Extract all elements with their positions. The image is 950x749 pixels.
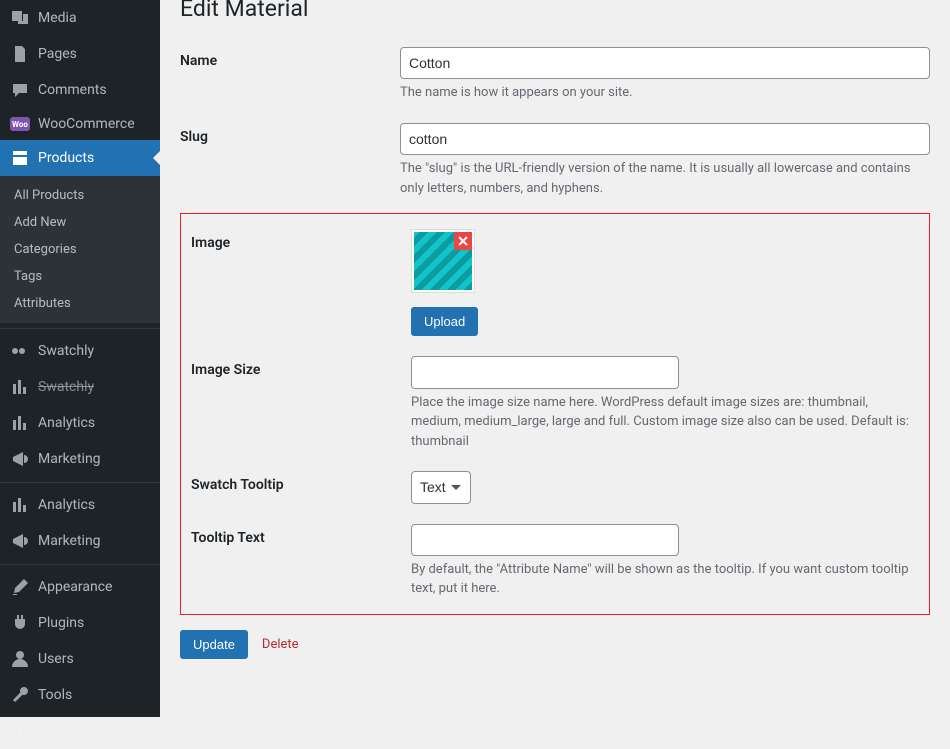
- sidebar-item-marketing-2[interactable]: Marketing: [0, 523, 160, 559]
- row-slug: Slug The "slug" is the URL-friendly vers…: [180, 108, 930, 203]
- submenu-attributes[interactable]: Attributes: [0, 290, 160, 317]
- sidebar-item-appearance[interactable]: Appearance: [0, 569, 160, 605]
- plug-icon: [10, 613, 30, 633]
- submenu-add-new[interactable]: Add New: [0, 209, 160, 236]
- main-content: Edit Material Name The name is how it ap…: [160, 0, 950, 717]
- submit-row: Update Delete: [180, 630, 930, 659]
- user-icon: [10, 649, 30, 669]
- swatch-tooltip-select[interactable]: Text: [411, 471, 471, 503]
- menu-label: Marketing: [38, 533, 101, 549]
- analytics-icon: [10, 413, 30, 433]
- sidebar-item-pages[interactable]: Pages: [0, 36, 160, 72]
- submenu-all-products[interactable]: All Products: [0, 182, 160, 209]
- media-icon: [10, 8, 30, 28]
- menu-label: Analytics: [38, 497, 95, 513]
- menu-label: Products: [38, 150, 94, 166]
- menu-label: Users: [38, 651, 74, 667]
- woocommerce-icon: Woo: [10, 117, 30, 131]
- row-name: Name The name is how it appears on your …: [180, 32, 930, 108]
- gear-icon: [10, 721, 30, 741]
- comments-icon: [10, 80, 30, 100]
- sidebar-item-marketing[interactable]: Marketing: [0, 441, 160, 477]
- swatch-tooltip-label: Swatch Tooltip: [191, 471, 411, 493]
- slug-input[interactable]: [400, 123, 930, 155]
- products-icon: [10, 148, 30, 168]
- sidebar-item-users[interactable]: Users: [0, 641, 160, 677]
- swatch-icon: [10, 341, 30, 361]
- image-size-label: Image Size: [191, 356, 411, 378]
- wrench-icon: [10, 685, 30, 705]
- slug-label: Slug: [180, 123, 400, 145]
- menu-label: Swatchly: [38, 379, 94, 395]
- sidebar-item-woocommerce[interactable]: Woo WooCommerce: [0, 108, 160, 140]
- close-icon: [458, 236, 468, 246]
- tooltip-text-input[interactable]: [411, 524, 679, 556]
- menu-label: Marketing: [38, 451, 101, 467]
- megaphone-icon: [10, 531, 30, 551]
- row-image: Image Upload: [191, 214, 919, 341]
- row-image-size: Image Size Place the image size name her…: [191, 341, 919, 456]
- sidebar-item-settings[interactable]: Settings: [0, 713, 160, 749]
- image-thumbnail[interactable]: [411, 229, 475, 293]
- pages-icon: [10, 44, 30, 64]
- sidebar-item-swatchly[interactable]: Swatchly: [0, 333, 160, 369]
- slug-desc: The "slug" is the URL-friendly version o…: [400, 159, 930, 198]
- menu-label: Analytics: [38, 415, 95, 431]
- name-input[interactable]: [400, 47, 930, 79]
- submenu-tags[interactable]: Tags: [0, 263, 160, 290]
- delete-link[interactable]: Delete: [262, 637, 299, 652]
- tooltip-text-label: Tooltip Text: [191, 524, 411, 546]
- sidebar-item-media[interactable]: Media: [0, 0, 160, 36]
- image-size-input[interactable]: [411, 356, 679, 388]
- page-title: Edit Material: [180, 0, 930, 32]
- menu-label: WooCommerce: [38, 116, 135, 132]
- row-tooltip-text: Tooltip Text By default, the "Attribute …: [191, 509, 919, 604]
- remove-image-button[interactable]: [454, 232, 472, 250]
- sidebar-item-analytics[interactable]: Analytics: [0, 405, 160, 441]
- analytics-icon: [10, 495, 30, 515]
- chart-icon: [10, 377, 30, 397]
- menu-label: Swatchly: [38, 343, 94, 359]
- menu-label: Comments: [38, 82, 107, 98]
- sidebar-item-analytics-2[interactable]: Analytics: [0, 487, 160, 523]
- menu-label: Media: [38, 10, 77, 26]
- highlight-section: Image Upload Image Size: [180, 213, 930, 615]
- sidebar-item-products[interactable]: Products: [0, 140, 160, 176]
- menu-label: Settings: [38, 723, 89, 739]
- sidebar-item-comments[interactable]: Comments: [0, 72, 160, 108]
- menu-label: Tools: [38, 687, 72, 703]
- menu-label: Pages: [38, 46, 77, 62]
- image-size-desc: Place the image size name here. WordPres…: [411, 393, 919, 452]
- row-swatch-tooltip: Swatch Tooltip Text: [191, 456, 919, 508]
- products-submenu: All Products Add New Categories Tags Att…: [0, 176, 160, 323]
- admin-sidebar: Media Pages Comments Woo WooCommerce Pro…: [0, 0, 160, 717]
- sidebar-item-swatchly-dup[interactable]: Swatchly: [0, 369, 160, 405]
- sidebar-item-plugins[interactable]: Plugins: [0, 605, 160, 641]
- menu-label: Appearance: [38, 579, 112, 595]
- tooltip-text-desc: By default, the "Attribute Name" will be…: [411, 560, 919, 599]
- image-label: Image: [191, 229, 411, 251]
- brush-icon: [10, 577, 30, 597]
- megaphone-icon: [10, 449, 30, 469]
- sidebar-item-tools[interactable]: Tools: [0, 677, 160, 713]
- menu-label: Plugins: [38, 615, 84, 631]
- update-button[interactable]: Update: [180, 630, 248, 659]
- submenu-categories[interactable]: Categories: [0, 236, 160, 263]
- upload-button[interactable]: Upload: [411, 307, 478, 336]
- name-label: Name: [180, 47, 400, 69]
- name-desc: The name is how it appears on your site.: [400, 83, 930, 103]
- edit-form: Name The name is how it appears on your …: [180, 32, 930, 659]
